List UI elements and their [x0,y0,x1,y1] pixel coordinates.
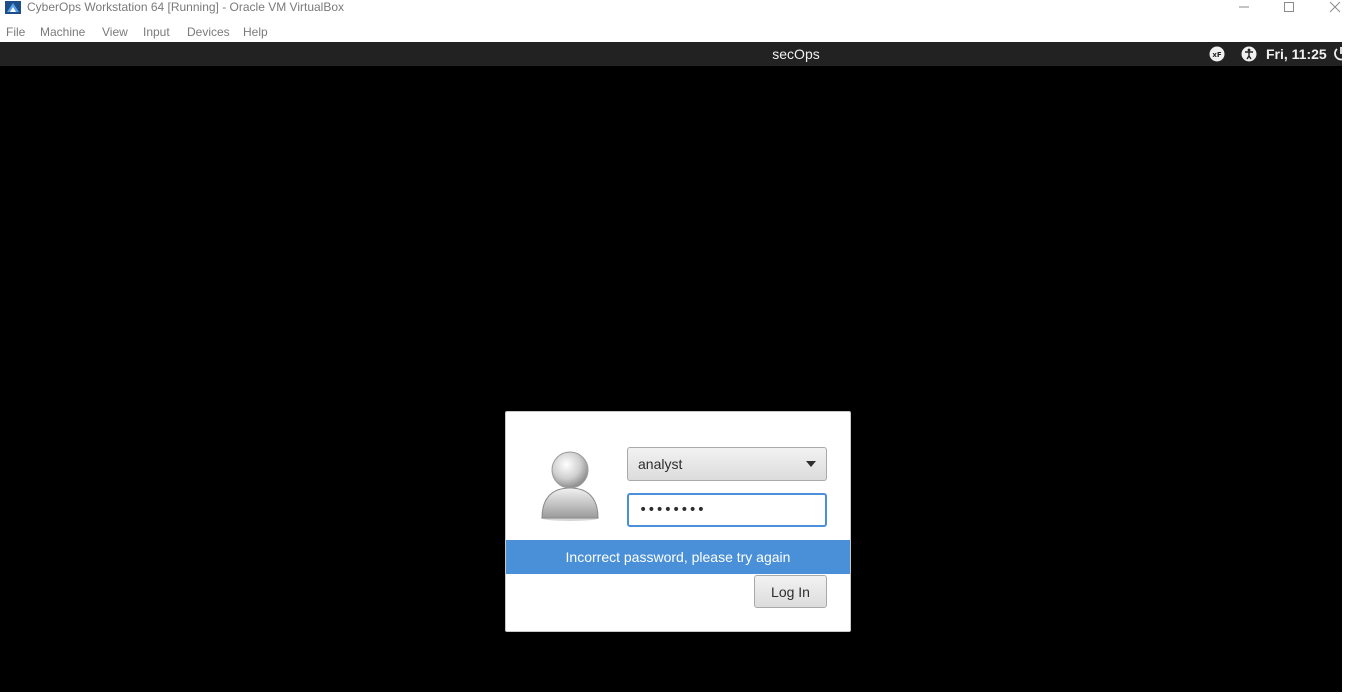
menu-view[interactable]: View [102,24,128,40]
error-message: Incorrect password, please try again [506,540,850,574]
accessibility-icon[interactable] [1241,46,1257,62]
window-titlebar: CyberOps Workstation 64 [Running] - Orac… [0,0,1350,20]
vm-display[interactable]: secOps xF Fri, 11:25 analyst •••••••• In… [0,42,1342,692]
login-button[interactable]: Log In [754,575,827,608]
chevron-down-icon [806,461,816,467]
power-icon[interactable] [1333,46,1342,62]
close-button[interactable] [1312,0,1350,14]
user-avatar-icon [541,451,599,521]
menu-help[interactable]: Help [243,24,268,40]
minimize-button[interactable] [1221,0,1267,14]
window-title: CyberOps Workstation 64 [Running] - Orac… [27,0,345,14]
maximize-icon [1284,2,1294,12]
minimize-icon [1239,6,1249,8]
login-dialog: analyst Incorrect password, please try a… [505,411,851,632]
keyboard-layout-icon[interactable]: xF [1209,46,1225,62]
close-icon [1329,1,1341,13]
password-field[interactable] [627,493,827,527]
maximize-button[interactable] [1266,0,1312,14]
window-border [1342,42,1350,694]
selected-user-label: analyst [638,456,683,472]
guest-top-panel: secOps xF Fri, 11:25 [0,42,1342,66]
menu-devices[interactable]: Devices [187,24,230,40]
virtualbox-icon [5,1,21,14]
svg-text:xF: xF [1212,51,1222,59]
menubar: File Machine View Input Devices Help [0,21,1350,42]
menu-file[interactable]: File [6,24,25,40]
clock[interactable]: Fri, 11:25 [1266,42,1327,66]
hostname-label: secOps [772,46,820,62]
user-select[interactable]: analyst [627,447,827,481]
menu-machine[interactable]: Machine [40,24,85,40]
menu-input[interactable]: Input [143,24,170,40]
